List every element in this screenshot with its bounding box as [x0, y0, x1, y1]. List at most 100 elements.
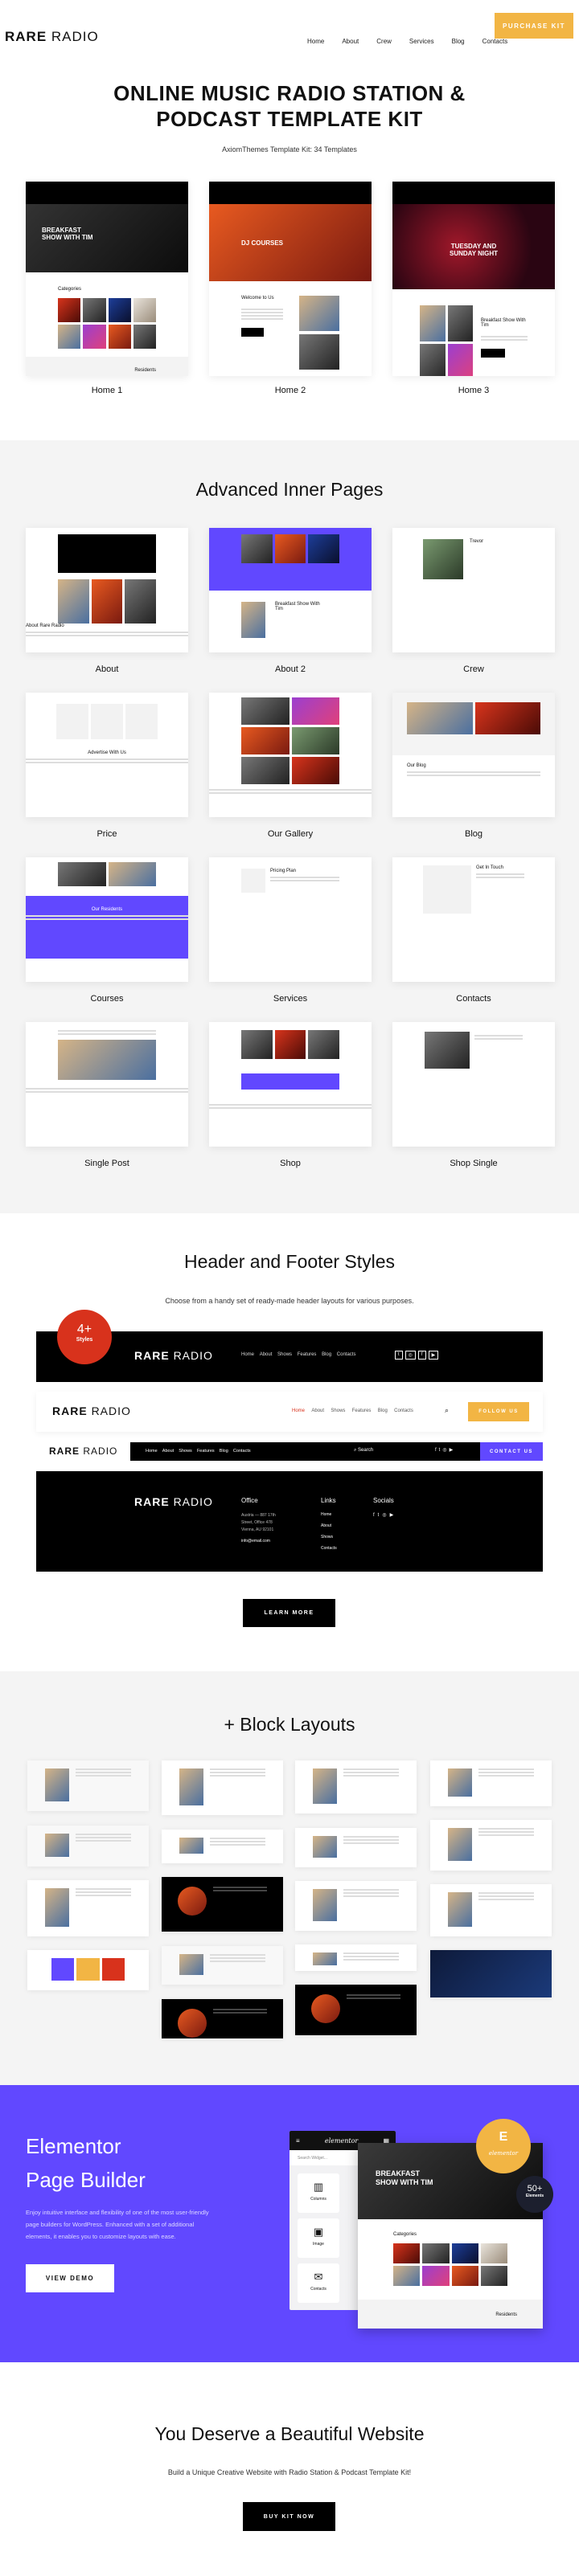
inner-page-label[interactable]: Crew	[392, 664, 555, 674]
inner-page-label[interactable]: Contacts	[392, 994, 555, 1004]
nav-blog[interactable]: Blog	[452, 38, 465, 45]
home-2-preview[interactable]: DJ COURSES Welcome to Us	[209, 182, 372, 376]
inner-page-preview[interactable]: Advertise With Us	[26, 693, 188, 817]
inner-page-preview[interactable]: Our Blog	[392, 693, 555, 817]
contact-us-button[interactable]: CONTACT US	[480, 1442, 543, 1461]
inner-pages-title: Advanced Inner Pages	[195, 479, 384, 500]
logo[interactable]: RARE RADIO	[5, 29, 99, 45]
inner-page-label[interactable]: About	[26, 664, 188, 674]
instagram-icon[interactable]: ◎	[442, 1448, 449, 1453]
nav-features[interactable]: Features	[352, 1409, 372, 1413]
block-layout-preview[interactable]	[430, 1760, 552, 1806]
nav-about[interactable]: About	[162, 1449, 174, 1454]
inner-page-preview[interactable]	[26, 1022, 188, 1147]
widget-columns[interactable]: ▥ Columns	[298, 2173, 339, 2213]
nav-contacts[interactable]: Contacts	[337, 1352, 356, 1357]
inner-page-label[interactable]: Shop	[209, 1159, 372, 1168]
block-layout-preview[interactable]	[162, 1946, 283, 1985]
footer-link[interactable]: Contacts	[321, 1543, 337, 1554]
block-layout-preview[interactable]	[162, 1760, 283, 1815]
nav-shows[interactable]: Shows	[277, 1352, 292, 1357]
footer-link[interactable]: Home	[321, 1509, 337, 1520]
block-layout-preview[interactable]	[27, 1760, 149, 1811]
nav-shows[interactable]: Shows	[331, 1409, 345, 1413]
inner-page-preview[interactable]	[392, 1022, 555, 1147]
block-layout-preview[interactable]	[295, 1881, 417, 1931]
nav-contacts[interactable]: Contacts	[394, 1409, 413, 1413]
inner-page-preview[interactable]: Trevor	[392, 528, 555, 652]
block-layout-preview[interactable]	[27, 1826, 149, 1867]
block-layout-preview[interactable]	[27, 1880, 149, 1936]
block-layout-preview[interactable]	[295, 1944, 417, 1971]
widget-contacts[interactable]: ✉ Contacts	[298, 2263, 339, 2303]
nav-services[interactable]: Services	[409, 38, 434, 45]
home-1-preview[interactable]: BREAKFAST SHOW WITH TIM Categories Resid…	[26, 182, 188, 376]
home-2-label[interactable]: Home 2	[209, 386, 372, 395]
inner-page-label[interactable]: About 2	[209, 664, 372, 674]
purchase-kit-button[interactable]: PURCHASE KIT	[495, 13, 573, 39]
home-3-hero-text: TUESDAY AND SUNDAY NIGHT	[449, 243, 498, 257]
nav-contacts[interactable]: Contacts	[233, 1449, 251, 1454]
facebook-icon[interactable]: f	[417, 1351, 426, 1360]
footer-link[interactable]: Shows	[321, 1531, 337, 1543]
nav-contacts[interactable]: Contacts	[482, 38, 508, 45]
block-layout-preview[interactable]	[162, 1877, 283, 1932]
twitter-icon[interactable]: t	[395, 1351, 403, 1360]
inner-page-preview[interactable]	[209, 693, 372, 817]
inner-page-label[interactable]: Our Gallery	[209, 829, 372, 839]
nav-about[interactable]: About	[342, 38, 359, 45]
block-layout-preview[interactable]	[430, 1884, 552, 1936]
nav-features[interactable]: Features	[298, 1352, 317, 1357]
menu-icon[interactable]: ≡	[296, 2137, 300, 2145]
inner-page-preview[interactable]: About Rare Radio	[26, 528, 188, 652]
view-demo-button[interactable]: VIEW DEMO	[26, 2264, 114, 2292]
learn-more-button[interactable]: LEARN MORE	[243, 1599, 335, 1627]
nav-blog[interactable]: Blog	[322, 1352, 331, 1357]
inner-page-label[interactable]: Blog	[392, 829, 555, 839]
header-3-search[interactable]: ⌕ Search	[354, 1448, 373, 1454]
youtube-icon[interactable]: ▶	[428, 1351, 439, 1360]
block-layout-preview[interactable]	[162, 1830, 283, 1863]
inner-page-preview[interactable]: Get In Touch	[392, 857, 555, 982]
nav-crew[interactable]: Crew	[376, 38, 392, 45]
instagram-icon[interactable]: ◎	[404, 1351, 416, 1360]
home-3-label[interactable]: Home 3	[392, 386, 555, 395]
block-layout-preview[interactable]	[430, 1820, 552, 1871]
nav-blog[interactable]: Blog	[220, 1449, 228, 1454]
footer-link[interactable]: About	[321, 1520, 337, 1531]
nav-home[interactable]: Home	[146, 1449, 158, 1454]
follow-us-button[interactable]: FOLLOW US	[468, 1402, 529, 1421]
nav-home[interactable]: Home	[241, 1352, 254, 1357]
block-layout-preview[interactable]	[295, 1760, 417, 1813]
youtube-icon[interactable]: ▶	[390, 1513, 397, 1518]
nav-about[interactable]: About	[260, 1352, 273, 1357]
search-icon[interactable]: ⌕	[445, 1406, 449, 1415]
block-layout-preview[interactable]	[27, 1950, 149, 1990]
inner-page-label[interactable]: Shop Single	[392, 1159, 555, 1168]
nav-blog[interactable]: Blog	[378, 1409, 388, 1413]
nav-home[interactable]: Home	[292, 1409, 305, 1413]
footer-email[interactable]: info@email.com	[241, 1538, 276, 1545]
home-1-label[interactable]: Home 1	[26, 386, 188, 395]
inner-page-label[interactable]: Price	[26, 829, 188, 839]
inner-page-preview[interactable]: Pricing Plan	[209, 857, 372, 982]
nav-home[interactable]: Home	[307, 38, 324, 45]
inner-page-label[interactable]: Services	[209, 994, 372, 1004]
block-layout-preview[interactable]	[430, 1950, 552, 1997]
inner-page-preview[interactable]: Breakfast Show With Tim	[209, 528, 372, 652]
nav-features[interactable]: Features	[197, 1449, 215, 1454]
inner-page-label[interactable]: Single Post	[26, 1159, 188, 1168]
block-layout-preview[interactable]	[162, 1999, 283, 2038]
home-3-preview[interactable]: TUESDAY AND SUNDAY NIGHT Breakfast Show …	[392, 182, 555, 376]
widget-image[interactable]: ▣ Image	[298, 2218, 339, 2258]
nav-shows[interactable]: Shows	[179, 1449, 192, 1454]
nav-about[interactable]: About	[311, 1409, 324, 1413]
youtube-icon[interactable]: ▶	[450, 1448, 456, 1453]
inner-page-preview[interactable]: Our Residents	[26, 857, 188, 982]
buy-kit-now-button[interactable]: BUY KIT NOW	[243, 2502, 335, 2531]
inner-page-label[interactable]: Courses	[26, 994, 188, 1004]
inner-page-preview[interactable]	[209, 1022, 372, 1147]
block-layout-preview[interactable]	[295, 1985, 417, 2035]
instagram-icon[interactable]: ◎	[382, 1513, 389, 1518]
block-layout-preview[interactable]	[295, 1828, 417, 1867]
